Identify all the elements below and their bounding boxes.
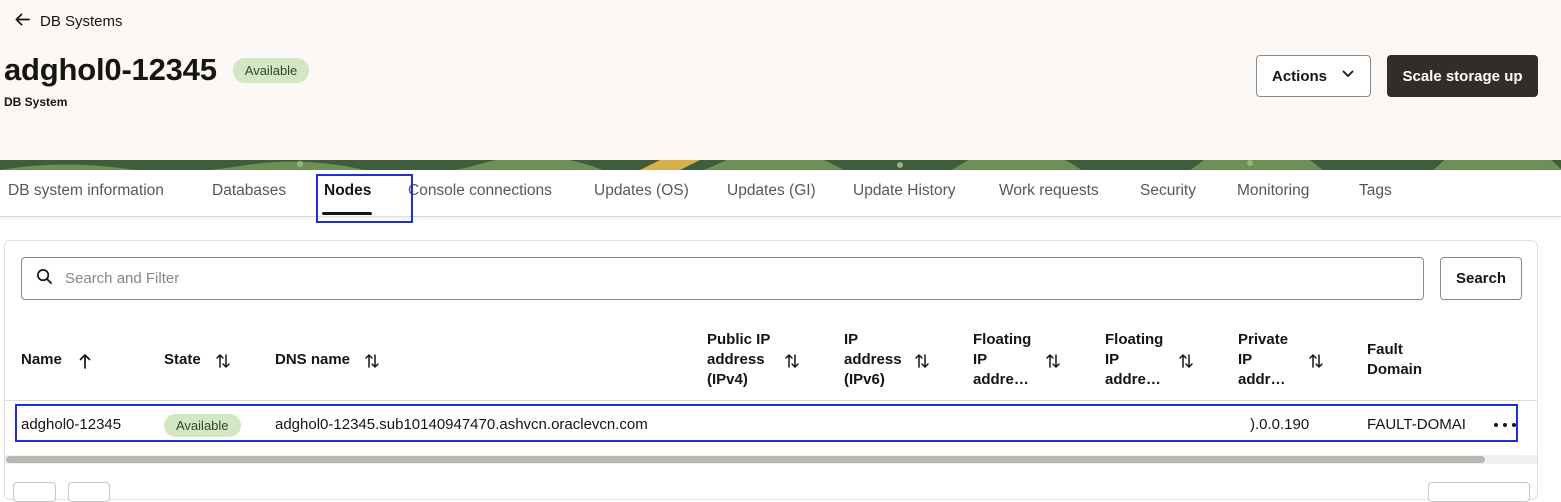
decorative-banner (0, 160, 1561, 170)
actions-label: Actions (1271, 67, 1327, 85)
sort-icon[interactable] (1178, 352, 1194, 370)
tab-db-system-information[interactable]: DB system information (8, 182, 164, 200)
tab-security[interactable]: Security (1140, 182, 1196, 200)
tab-updates-os[interactable]: Updates (OS) (594, 182, 689, 200)
cell-dns-name: adghol0-12345.sub10140947470.ashvcn.orac… (275, 416, 648, 433)
column-header-dns-name[interactable]: DNS name (275, 350, 350, 370)
sort-icon[interactable] (914, 352, 930, 370)
tab-update-history[interactable]: Update History (853, 182, 956, 200)
column-header-public-ipv4[interactable]: Public IP address (IPv4) (707, 330, 770, 390)
column-header-state[interactable]: State (164, 350, 201, 370)
table-header-divider (5, 400, 1537, 401)
cell-private-ip: ).0.0.190 (1250, 416, 1310, 433)
tab-bar: DB system information Databases Nodes Co… (0, 170, 1561, 217)
sort-icon[interactable] (1045, 352, 1061, 370)
column-header-fault-domain[interactable]: Fault Domain (1367, 340, 1422, 380)
column-header-private-ip[interactable]: Private IP addr… (1238, 330, 1288, 390)
search-input[interactable] (21, 257, 1424, 300)
tab-monitoring[interactable]: Monitoring (1237, 182, 1309, 200)
active-tab-indicator (322, 212, 372, 215)
column-header-ipv6[interactable]: IP address (IPv6) (844, 330, 902, 390)
tab-work-requests[interactable]: Work requests (999, 182, 1099, 200)
cell-state-badge: Available (164, 414, 241, 437)
tab-tags[interactable]: Tags (1359, 182, 1392, 200)
sort-icon[interactable] (1308, 352, 1324, 370)
breadcrumb-back-link[interactable]: DB Systems (14, 10, 123, 32)
search-field[interactable] (65, 270, 1365, 287)
arrow-left-icon (14, 11, 31, 32)
tab-nodes[interactable]: Nodes (324, 182, 371, 200)
scrollbar-thumb[interactable] (6, 456, 1485, 463)
chevron-down-icon (1341, 67, 1355, 85)
search-button[interactable]: Search (1440, 257, 1522, 300)
pagination-button-next[interactable] (68, 482, 110, 502)
sort-up-icon[interactable] (77, 352, 93, 370)
actions-button[interactable]: Actions (1256, 55, 1371, 97)
cell-name[interactable]: adghol0-12345 (21, 415, 121, 435)
page-subtitle: DB System (4, 95, 68, 109)
sort-icon[interactable] (364, 352, 380, 370)
more-icon[interactable] (1494, 416, 1516, 434)
column-header-floating-ip-1[interactable]: Floating IP addre… (973, 330, 1031, 390)
sort-icon[interactable] (784, 352, 800, 370)
page-title: adghol0-12345 (4, 52, 217, 87)
search-icon (36, 268, 53, 290)
page-size-select[interactable] (1428, 482, 1530, 502)
tab-console-connections[interactable]: Console connections (408, 182, 552, 200)
tab-databases[interactable]: Databases (212, 182, 286, 200)
status-badge: Available (232, 57, 310, 83)
scale-storage-up-button[interactable]: Scale storage up (1387, 55, 1538, 97)
breadcrumb-label: DB Systems (40, 12, 123, 30)
column-header-floating-ip-2[interactable]: Floating IP addre… (1105, 330, 1163, 390)
pagination-button-prev[interactable] (13, 482, 56, 502)
column-header-name[interactable]: Name (21, 350, 62, 370)
cell-fault-domain: FAULT-DOMAI (1367, 416, 1466, 433)
title-row: adghol0-12345 Available (4, 52, 310, 88)
sort-icon[interactable] (215, 352, 231, 370)
tab-updates-gi[interactable]: Updates (GI) (727, 182, 816, 200)
